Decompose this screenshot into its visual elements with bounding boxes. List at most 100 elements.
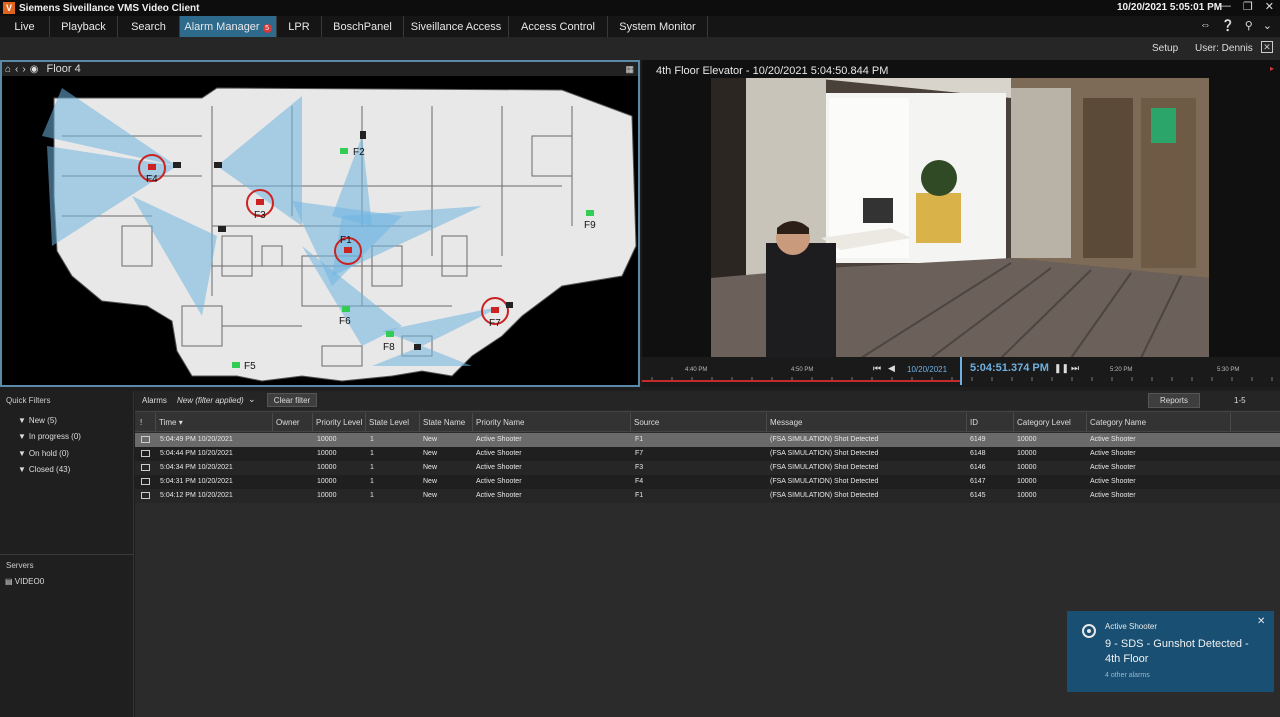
tab-system-monitor[interactable]: System Monitor bbox=[608, 16, 708, 37]
forward-icon[interactable]: › bbox=[22, 64, 25, 75]
cell-priority-name: Active Shooter bbox=[476, 492, 522, 499]
vms-client-window: V Siemens Siveillance VMS Video Client 1… bbox=[0, 0, 1280, 717]
alarm-row[interactable]: 5:04:49 PM 10/20/2021 10000 1 New Active… bbox=[135, 433, 1280, 447]
tab-label: LPR bbox=[288, 20, 310, 33]
timeline-cursor[interactable] bbox=[960, 357, 962, 385]
step-back-icon[interactable]: ◀ bbox=[888, 363, 895, 374]
chevron-down-icon[interactable]: ⌄ bbox=[248, 394, 256, 405]
alarm-row[interactable]: 5:04:12 PM 10/20/2021 10000 1 New Active… bbox=[135, 489, 1280, 503]
restore-window-icon[interactable]: ❐ bbox=[1243, 0, 1253, 13]
funnel-icon: ▼ bbox=[18, 432, 26, 441]
reports-button[interactable]: Reports bbox=[1148, 393, 1200, 408]
globe-icon[interactable]: ◉ bbox=[30, 64, 39, 75]
camera-view[interactable] bbox=[711, 78, 1209, 358]
server-item[interactable]: ▤ VIDEO0 bbox=[5, 577, 44, 586]
filter-closed[interactable]: ▼ Closed (43) bbox=[18, 465, 70, 474]
alarm-row[interactable]: 5:04:44 PM 10/20/2021 10000 1 New Active… bbox=[135, 447, 1280, 461]
skip-back-icon[interactable]: ⏮ bbox=[873, 363, 881, 374]
skip-forward-icon[interactable]: ⏭ bbox=[1071, 363, 1079, 374]
playback-timeline[interactable]: 4:40 PM 4:50 PM 5:20 PM 5:30 PM ⏮ ◀ 10/2… bbox=[642, 357, 1280, 387]
tab-alarm-manager[interactable]: Alarm Manager 5 bbox=[180, 16, 277, 37]
cell-priority-level: 10000 bbox=[317, 478, 337, 485]
col-priority-flag[interactable]: ! bbox=[137, 413, 142, 431]
col-state-level[interactable]: State Level bbox=[365, 413, 409, 431]
marker-label-f5: F5 bbox=[244, 361, 256, 372]
tab-label: Search bbox=[131, 20, 166, 33]
help-icon[interactable]: ❔ bbox=[1221, 19, 1235, 32]
floor-map[interactable]: F1 F2 F3 F4 F5 F6 F7 F8 F9 bbox=[2, 76, 638, 385]
map-layout-icon[interactable]: ▦ bbox=[625, 64, 634, 75]
tab-lpr[interactable]: LPR bbox=[277, 16, 322, 37]
col-time[interactable]: Time ▾ bbox=[155, 413, 183, 431]
toast-more-alarms[interactable]: 4 other alarms bbox=[1105, 672, 1150, 679]
marker-label-f6: F6 bbox=[339, 316, 351, 327]
servers-title: Servers bbox=[6, 561, 34, 570]
cell-time: 5:04:12 PM 10/20/2021 bbox=[160, 492, 233, 499]
tabbar-tools: ⇔ ❔ ⚲ ⌄ bbox=[1200, 19, 1272, 32]
tab-label: Live bbox=[14, 20, 35, 33]
tab-live[interactable]: Live bbox=[0, 16, 50, 37]
toast-message: 9 - SDS - Gunshot Detected - 4th Floor bbox=[1105, 638, 1249, 665]
camera-icon bbox=[1082, 624, 1096, 638]
col-id[interactable]: ID bbox=[966, 413, 978, 431]
cell-time: 5:04:34 PM 10/20/2021 bbox=[160, 464, 233, 471]
tab-label: Access Control bbox=[521, 20, 595, 33]
tab-search[interactable]: Search bbox=[118, 16, 180, 37]
tab-label: BoschPanel bbox=[333, 20, 392, 33]
cell-id: 6147 bbox=[970, 478, 986, 485]
col-message[interactable]: Message bbox=[766, 413, 802, 431]
arrows-icon[interactable]: ⇔ bbox=[1200, 19, 1211, 32]
fullscreen-icon[interactable]: ✕ bbox=[1261, 41, 1273, 53]
col-category-level[interactable]: Category Level bbox=[1013, 413, 1071, 431]
funnel-icon: ▼ bbox=[18, 416, 26, 425]
pause-icon[interactable]: ❚❚ bbox=[1054, 363, 1069, 374]
filter-new[interactable]: ▼ New (5) bbox=[18, 416, 57, 425]
chevron-down-icon[interactable]: ⌄ bbox=[1263, 19, 1272, 32]
col-time-label: Time bbox=[159, 418, 177, 427]
main-tab-bar: Live Playback Search Alarm Manager 5 LPR… bbox=[0, 16, 1280, 37]
back-icon[interactable]: ‹ bbox=[15, 64, 18, 75]
close-icon[interactable]: ✕ bbox=[1257, 616, 1265, 627]
col-category-name[interactable]: Category Name bbox=[1086, 413, 1146, 431]
app-logo-icon: V bbox=[3, 2, 15, 14]
alarm-toast-notification[interactable]: Active Shooter ✕ 9 - SDS - Gunshot Detec… bbox=[1067, 611, 1274, 692]
setup-button[interactable]: Setup bbox=[1152, 43, 1178, 54]
alarm-filter-select[interactable]: New (filter applied) bbox=[177, 396, 244, 405]
cell-source: F3 bbox=[635, 464, 644, 471]
tab-access-control[interactable]: Access Control bbox=[509, 16, 608, 37]
col-priority-name[interactable]: Priority Name bbox=[472, 413, 524, 431]
tab-playback[interactable]: Playback bbox=[50, 16, 118, 37]
home-icon[interactable]: ⌂ bbox=[5, 64, 11, 75]
playback-date: 10/20/2021 bbox=[907, 365, 948, 374]
tab-label: Siveillance Access bbox=[410, 20, 502, 33]
col-state-name[interactable]: State Name bbox=[419, 413, 465, 431]
tab-boschpanel[interactable]: BoschPanel bbox=[322, 16, 404, 37]
alarm-snapshot-icon bbox=[141, 492, 150, 499]
cell-message: (FSA SIMULATION) Shot Detected bbox=[770, 492, 879, 499]
cell-category-name: Active Shooter bbox=[1090, 464, 1136, 471]
alarm-row[interactable]: 5:04:31 PM 10/20/2021 10000 1 New Active… bbox=[135, 475, 1280, 489]
cell-category-level: 10000 bbox=[1017, 464, 1037, 471]
cell-state-level: 1 bbox=[370, 436, 374, 443]
cell-source: F1 bbox=[635, 492, 644, 499]
pin-icon[interactable]: ⚲ bbox=[1245, 19, 1253, 32]
alarm-row[interactable]: 5:04:34 PM 10/20/2021 10000 1 New Active… bbox=[135, 461, 1280, 475]
col-owner[interactable]: Owner bbox=[272, 413, 300, 431]
app-title: Siemens Siveillance VMS Video Client bbox=[19, 2, 200, 14]
cell-category-name: Active Shooter bbox=[1090, 450, 1136, 457]
close-icon[interactable]: ✕ bbox=[1265, 0, 1274, 13]
cell-message: (FSA SIMULATION) Shot Detected bbox=[770, 464, 879, 471]
sort-desc-icon: ▾ bbox=[178, 418, 183, 427]
recording-indicator-icon: ▸ bbox=[1269, 64, 1274, 73]
filter-label: Closed (43) bbox=[28, 465, 71, 474]
col-priority-level[interactable]: Priority Level bbox=[312, 413, 362, 431]
col-source[interactable]: Source bbox=[630, 413, 659, 431]
filter-in-progress[interactable]: ▼ In progress (0) bbox=[18, 432, 81, 441]
clear-filter-button[interactable]: Clear filter bbox=[267, 393, 317, 407]
cell-time: 5:04:44 PM 10/20/2021 bbox=[160, 450, 233, 457]
minimize-icon[interactable]: — bbox=[1220, 0, 1231, 13]
alarm-snapshot-icon bbox=[141, 464, 150, 471]
tab-siveillance-access[interactable]: Siveillance Access bbox=[404, 16, 509, 37]
title-bar: V Siemens Siveillance VMS Video Client 1… bbox=[0, 0, 1280, 16]
filter-on-hold[interactable]: ▼ On hold (0) bbox=[18, 449, 69, 458]
